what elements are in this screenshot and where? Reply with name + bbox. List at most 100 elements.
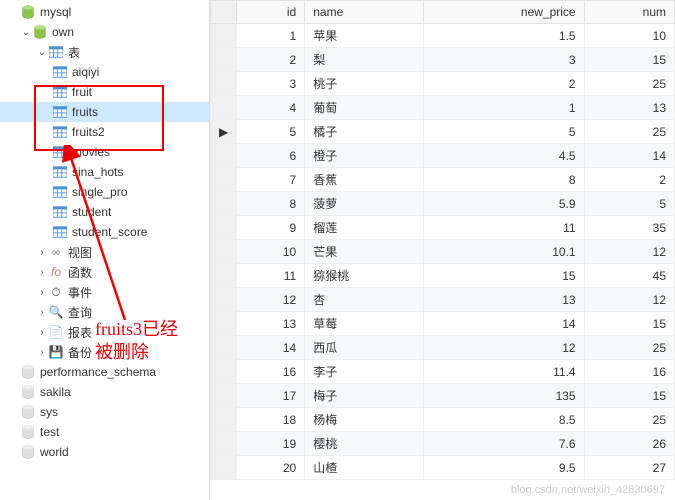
chevron-right-icon[interactable]: › xyxy=(36,287,48,298)
table-row[interactable]: 7香蕉82 xyxy=(211,168,675,192)
cell-num[interactable]: 27 xyxy=(584,456,674,480)
table-row[interactable]: 4葡萄113 xyxy=(211,96,675,120)
cell-id[interactable]: 14 xyxy=(237,336,305,360)
table-row[interactable]: 8菠萝5.95 xyxy=(211,192,675,216)
cell-num[interactable]: 25 xyxy=(584,72,674,96)
table-row[interactable]: 3桃子225 xyxy=(211,72,675,96)
cell-new-price[interactable]: 13 xyxy=(423,288,584,312)
col-header-id[interactable]: id xyxy=(237,1,305,24)
tree-folder-backups[interactable]: › 💾 备份 xyxy=(0,342,209,362)
table-row[interactable]: ▶5橘子525 xyxy=(211,120,675,144)
chevron-right-icon[interactable]: › xyxy=(36,307,48,318)
tree-table-item[interactable]: student xyxy=(0,202,209,222)
chevron-right-icon[interactable]: › xyxy=(36,247,48,258)
cell-name[interactable]: 杏 xyxy=(305,288,424,312)
cell-name[interactable]: 草莓 xyxy=(305,312,424,336)
tree-table-item[interactable]: aiqiyi xyxy=(0,62,209,82)
cell-id[interactable]: 10 xyxy=(237,240,305,264)
tree-db-test[interactable]: test xyxy=(0,422,209,442)
cell-name[interactable]: 李子 xyxy=(305,360,424,384)
cell-num[interactable]: 45 xyxy=(584,264,674,288)
tree-db-mysql[interactable]: mysql xyxy=(0,2,209,22)
tree-table-item[interactable]: single_pro xyxy=(0,182,209,202)
cell-id[interactable]: 3 xyxy=(237,72,305,96)
cell-num[interactable]: 12 xyxy=(584,288,674,312)
cell-new-price[interactable]: 4.5 xyxy=(423,144,584,168)
cell-id[interactable]: 4 xyxy=(237,96,305,120)
cell-id[interactable]: 6 xyxy=(237,144,305,168)
cell-num[interactable]: 15 xyxy=(584,48,674,72)
tree-folder-events[interactable]: › ⏱ 事件 xyxy=(0,282,209,302)
tree-table-item[interactable]: student_score xyxy=(0,222,209,242)
cell-name[interactable]: 香蕉 xyxy=(305,168,424,192)
cell-id[interactable]: 1 xyxy=(237,24,305,48)
table-row[interactable]: 6橙子4.514 xyxy=(211,144,675,168)
table-row[interactable]: 13草莓1415 xyxy=(211,312,675,336)
cell-num[interactable]: 26 xyxy=(584,432,674,456)
cell-name[interactable]: 桃子 xyxy=(305,72,424,96)
cell-id[interactable]: 8 xyxy=(237,192,305,216)
cell-new-price[interactable]: 3 xyxy=(423,48,584,72)
cell-new-price[interactable]: 8 xyxy=(423,168,584,192)
cell-num[interactable]: 16 xyxy=(584,360,674,384)
cell-num[interactable]: 13 xyxy=(584,96,674,120)
tree-db-own[interactable]: ⌄ own xyxy=(0,22,209,42)
cell-name[interactable]: 橘子 xyxy=(305,120,424,144)
chevron-right-icon[interactable]: › xyxy=(36,267,48,278)
cell-name[interactable]: 芒果 xyxy=(305,240,424,264)
cell-name[interactable]: 猕猴桃 xyxy=(305,264,424,288)
chevron-right-icon[interactable]: › xyxy=(36,327,48,338)
cell-name[interactable]: 橙子 xyxy=(305,144,424,168)
cell-new-price[interactable]: 11.4 xyxy=(423,360,584,384)
cell-num[interactable]: 25 xyxy=(584,408,674,432)
table-row[interactable]: 14西瓜1225 xyxy=(211,336,675,360)
col-header-num[interactable]: num xyxy=(584,1,674,24)
cell-id[interactable]: 7 xyxy=(237,168,305,192)
tree-table-item[interactable]: fruit xyxy=(0,82,209,102)
cell-name[interactable]: 葡萄 xyxy=(305,96,424,120)
cell-num[interactable]: 2 xyxy=(584,168,674,192)
cell-name[interactable]: 樱桃 xyxy=(305,432,424,456)
cell-name[interactable]: 西瓜 xyxy=(305,336,424,360)
tree-table-item[interactable]: movies xyxy=(0,142,209,162)
cell-id[interactable]: 5 xyxy=(237,120,305,144)
cell-num[interactable]: 15 xyxy=(584,312,674,336)
tree-table-item[interactable]: fruits2 xyxy=(0,122,209,142)
cell-id[interactable]: 18 xyxy=(237,408,305,432)
chevron-down-icon[interactable]: ⌄ xyxy=(20,27,32,38)
table-row[interactable]: 12杏1312 xyxy=(211,288,675,312)
cell-num[interactable]: 25 xyxy=(584,120,674,144)
chevron-down-icon[interactable]: ⌄ xyxy=(36,47,48,58)
cell-id[interactable]: 2 xyxy=(237,48,305,72)
cell-new-price[interactable]: 9.5 xyxy=(423,456,584,480)
col-header-new-price[interactable]: new_price xyxy=(423,1,584,24)
table-row[interactable]: 1苹果1.510 xyxy=(211,24,675,48)
cell-id[interactable]: 19 xyxy=(237,432,305,456)
tree-db-world[interactable]: world xyxy=(0,442,209,462)
table-row[interactable]: 11猕猴桃1545 xyxy=(211,264,675,288)
tree-folder-queries[interactable]: › 🔍 查询 xyxy=(0,302,209,322)
tree-folder-tables[interactable]: ⌄ 表 xyxy=(0,42,209,62)
cell-new-price[interactable]: 14 xyxy=(423,312,584,336)
tree-folder-views[interactable]: › ∞ 视图 xyxy=(0,242,209,262)
table-row[interactable]: 17梅子13515 xyxy=(211,384,675,408)
tree-table-item[interactable]: fruits xyxy=(0,102,209,122)
cell-name[interactable]: 梨 xyxy=(305,48,424,72)
cell-new-price[interactable]: 135 xyxy=(423,384,584,408)
tree-table-item[interactable]: sina_hots xyxy=(0,162,209,182)
cell-id[interactable]: 9 xyxy=(237,216,305,240)
cell-num[interactable]: 5 xyxy=(584,192,674,216)
table-row[interactable]: 9榴莲1135 xyxy=(211,216,675,240)
cell-id[interactable]: 17 xyxy=(237,384,305,408)
cell-num[interactable]: 14 xyxy=(584,144,674,168)
cell-num[interactable]: 12 xyxy=(584,240,674,264)
table-row[interactable]: 20山楂9.527 xyxy=(211,456,675,480)
cell-name[interactable]: 梅子 xyxy=(305,384,424,408)
tree-db-sys[interactable]: sys xyxy=(0,402,209,422)
cell-new-price[interactable]: 1.5 xyxy=(423,24,584,48)
cell-name[interactable]: 杨梅 xyxy=(305,408,424,432)
table-row[interactable]: 18杨梅8.525 xyxy=(211,408,675,432)
cell-id[interactable]: 13 xyxy=(237,312,305,336)
cell-id[interactable]: 12 xyxy=(237,288,305,312)
cell-num[interactable]: 35 xyxy=(584,216,674,240)
